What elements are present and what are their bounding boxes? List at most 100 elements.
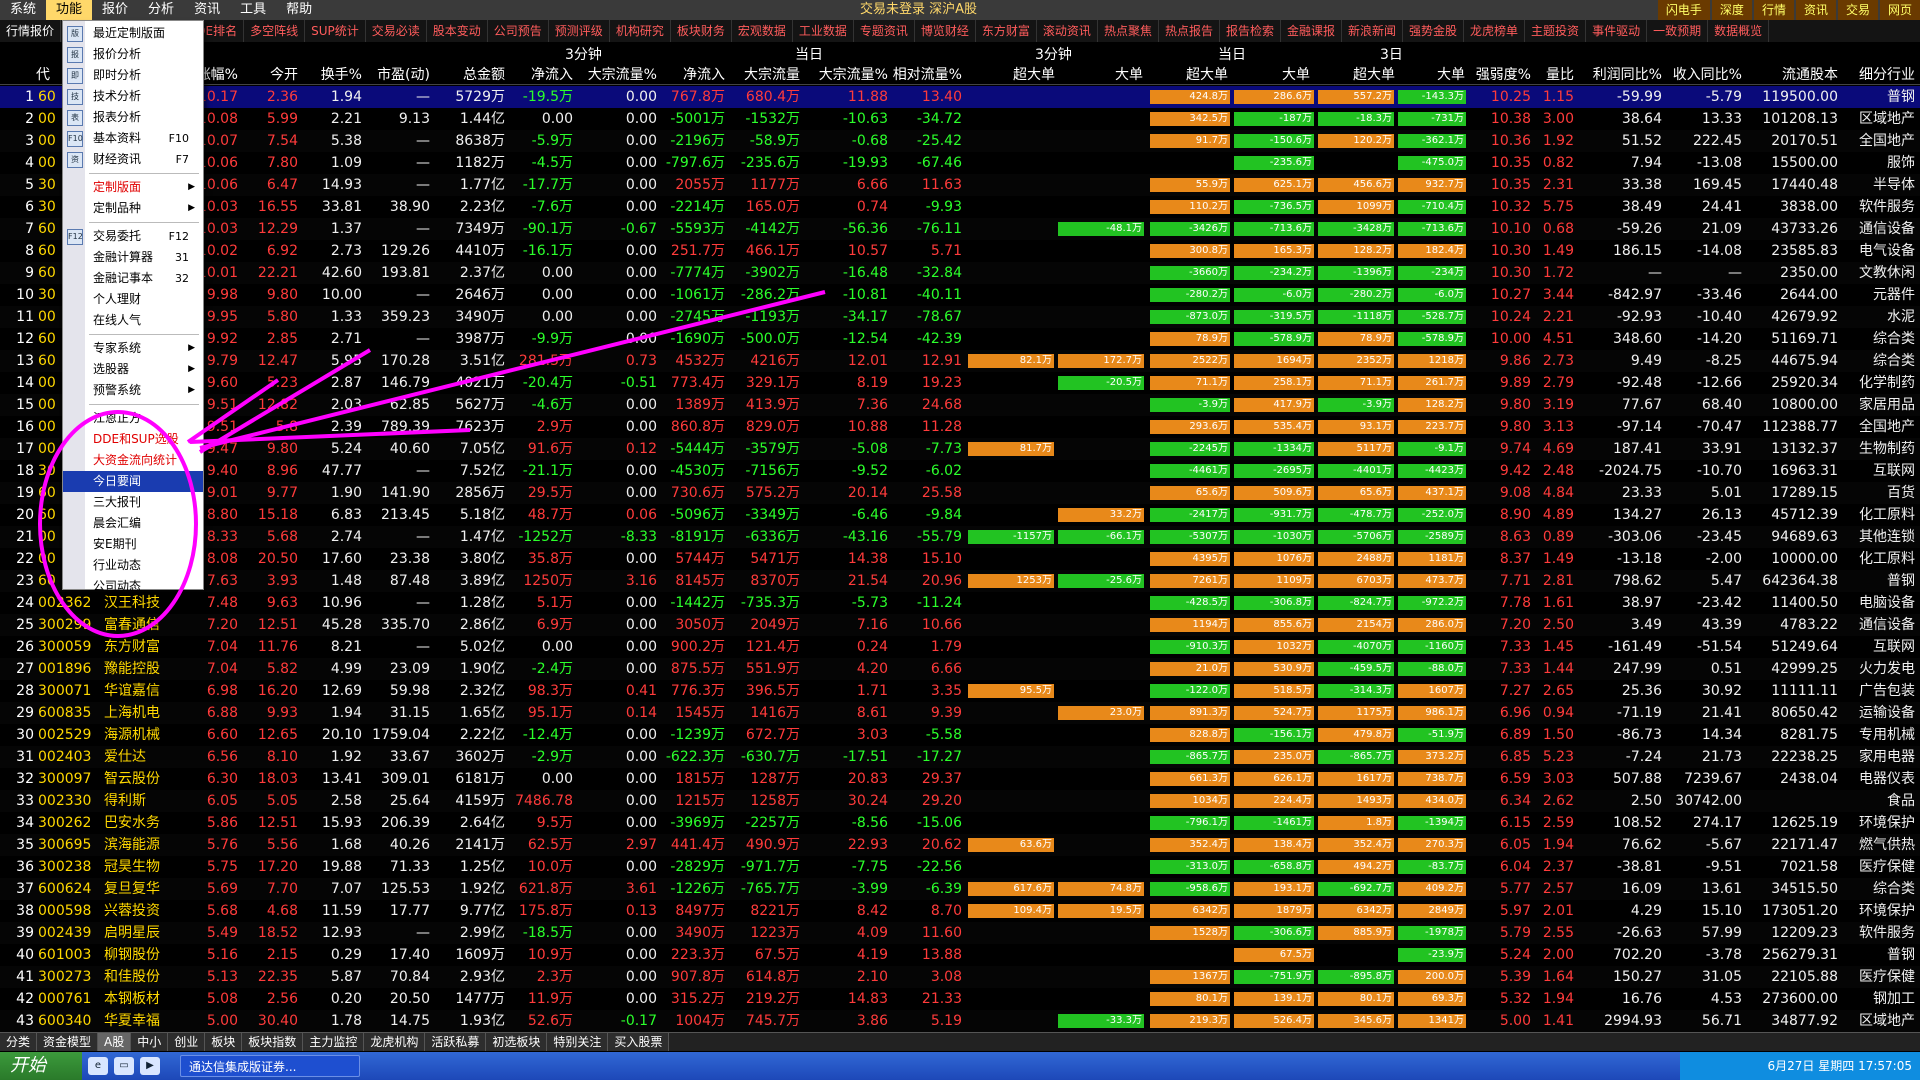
- menu-item-23[interactable]: 大资金流向统计: [63, 450, 203, 471]
- func-tab-2[interactable]: SUP统计: [305, 20, 366, 42]
- func-tab-9[interactable]: 宏观数据: [732, 20, 793, 42]
- table-row[interactable]: 13 60 9.79 12.47 5.95 170.28 3.51亿 281.5万 0.73 45…: [0, 350, 1920, 372]
- right-button-2[interactable]: 行情: [1753, 0, 1794, 20]
- table-row[interactable]: 1 60 10.17 2.36 1.94—5729万 -19.5万 0.00 767.8万 68…: [0, 86, 1920, 108]
- func-tab-19[interactable]: 新浪新闻: [1342, 20, 1404, 42]
- menu-item-18[interactable]: 选股器 ▶: [63, 359, 203, 380]
- table-row[interactable]: 8 60 10.02 6.92 2.73 129.26 4410万 -16.1万 0.00 251…: [0, 240, 1920, 262]
- menu-item-28[interactable]: 行业动态: [63, 555, 203, 576]
- col-header-0[interactable]: 代: [0, 64, 50, 84]
- menu-item-12[interactable]: 金融计算器 31: [63, 247, 203, 268]
- menu-item-24[interactable]: 今日要闻: [63, 471, 203, 492]
- table-row[interactable]: 32 300097 智云股份 6.30 18.03 13.41 309.01 6181万 0.0…: [0, 768, 1920, 790]
- func-tab-8[interactable]: 板块财务: [671, 20, 732, 42]
- table-row[interactable]: 14 00 9.60 5.23 2.87 146.79 4021万 -20.4万 -0.51 77…: [0, 372, 1920, 394]
- bottom-tab-7[interactable]: 主力监控: [303, 1033, 365, 1051]
- table-row[interactable]: 7 60 10.03 12.29 1.37—7349万 -90.1万 -0.67 -5593万…: [0, 218, 1920, 240]
- bottom-tab-10[interactable]: 初选板块: [486, 1033, 548, 1051]
- func-tab-1[interactable]: 多空阵线: [244, 20, 306, 42]
- func-tab-25[interactable]: 数据概览: [1708, 20, 1770, 42]
- bottom-tab-9[interactable]: 活跃私募: [425, 1033, 487, 1051]
- table-row[interactable]: 2 00 10.08 5.99 2.21 9.13 1.44亿 0.00 0.00 -5001万 -…: [0, 108, 1920, 130]
- func-tab-11[interactable]: 专题资讯: [854, 20, 915, 42]
- bottom-tab-6[interactable]: 板块指数: [242, 1033, 304, 1051]
- table-row[interactable]: 28 300071 华谊嘉信 6.98 16.20 12.69 59.98 2.32亿 98.3…: [0, 680, 1920, 702]
- col-header-14[interactable]: 超大单: [1138, 64, 1228, 84]
- menu-item-14[interactable]: 个人理财: [63, 289, 203, 310]
- table-row[interactable]: 11 00 9.95 5.80 1.33 359.23 3490万 0.00 0.00 -2745…: [0, 306, 1920, 328]
- menu-item-8[interactable]: 定制版面 ▶: [63, 177, 203, 198]
- menu-item-6[interactable]: 帮助: [276, 0, 322, 20]
- menu-item-26[interactable]: 晨会汇编: [63, 513, 203, 534]
- col-header-12[interactable]: 超大单: [965, 64, 1055, 84]
- table-row[interactable]: 23 60 7.63 3.93 1.48 87.48 3.89亿 1250万 3.16 8145万…: [0, 570, 1920, 592]
- table-row[interactable]: 29 600835 上海机电 6.88 9.93 1.94 31.15 1.65亿 95.1万 0…: [0, 702, 1920, 724]
- col-header-23[interactable]: 细分行业: [1825, 64, 1915, 84]
- func-tab-18[interactable]: 金融课报: [1281, 20, 1342, 42]
- right-button-1[interactable]: 深度: [1711, 0, 1752, 20]
- menu-item-29[interactable]: 公司动态: [63, 576, 203, 597]
- table-row[interactable]: 17 00 9.47 9.80 5.24 40.60 7.05亿 91.6万 0.12 -5444…: [0, 438, 1920, 460]
- col-header-11[interactable]: 相对流量%: [872, 64, 962, 84]
- table-row[interactable]: 15 00 9.51 12.82 2.03 62.85 5627万 -4.6万 0.00 1389…: [0, 394, 1920, 416]
- tab-quote[interactable]: 行情报价: [0, 20, 62, 42]
- menu-item-11[interactable]: F12 交易委托 F12: [63, 226, 203, 247]
- func-tab-12[interactable]: 博览财经: [915, 20, 976, 42]
- bottom-tab-3[interactable]: 中小: [131, 1033, 169, 1051]
- table-row[interactable]: 39 002439 启明星辰 5.49 18.52 12.93 — 2.99亿 -18.5万 0.…: [0, 922, 1920, 944]
- func-tab-10[interactable]: 工业数据: [793, 20, 854, 42]
- table-row[interactable]: 4 00 10.06 7.80 1.09—1182万 -4.5万 0.00 -797.6万 -2…: [0, 152, 1920, 174]
- table-row[interactable]: 5 30 10.06 6.47 14.93—1.77亿 -17.7万 0.00 2055万 11…: [0, 174, 1920, 196]
- table-row[interactable]: 31 002403 爱仕达 6.56 8.10 1.92 33.67 3602万 -2.9万 0.…: [0, 746, 1920, 768]
- table-row[interactable]: 37 600624 复旦复华 5.69 7.70 7.07 125.53 1.92亿 621.8…: [0, 878, 1920, 900]
- bottom-tab-0[interactable]: 分类: [0, 1033, 38, 1051]
- table-row[interactable]: 16 00 9.51 5.8 2.39 789.39 7623万 2.9万 0.00 860.8万…: [0, 416, 1920, 438]
- table-row[interactable]: 6 30 10.03 16.55 33.81 38.90 2.23亿 -7.6万 0.00 -22…: [0, 196, 1920, 218]
- col-header-6[interactable]: 净流入: [483, 64, 573, 84]
- menu-item-1[interactable]: 报报价分析: [63, 44, 203, 65]
- ie-icon[interactable]: e: [88, 1057, 108, 1075]
- table-row[interactable]: 21 00 8.33 5.68 2.74—1.47亿 -1252万 -8.33 -8191万 -…: [0, 526, 1920, 548]
- bottom-tab-5[interactable]: 板块: [205, 1033, 243, 1051]
- bottom-tab-11[interactable]: 特别关注: [547, 1033, 609, 1051]
- start-button[interactable]: 开始: [0, 1052, 82, 1080]
- func-tab-23[interactable]: 事件驱动: [1586, 20, 1648, 42]
- table-row[interactable]: 12 60 9.92 2.85 2.71—3987万 -9.9万 0.00 -1690万 -50…: [0, 328, 1920, 350]
- table-row[interactable]: 19 60 9.01 9.77 1.90 141.90 2856万 29.5万 0.00 730.…: [0, 482, 1920, 504]
- desktop-icon[interactable]: ▭: [114, 1057, 134, 1075]
- func-tab-7[interactable]: 机构研究: [610, 20, 671, 42]
- bottom-tab-12[interactable]: 买入股票: [608, 1033, 670, 1051]
- col-header-15[interactable]: 大单: [1220, 64, 1310, 84]
- menu-item-21[interactable]: 江恩正方: [63, 408, 203, 429]
- menu-item-0[interactable]: 版最近定制版面: [63, 23, 203, 44]
- col-header-19[interactable]: 量比: [1484, 64, 1574, 84]
- func-tab-24[interactable]: 一致预期: [1647, 20, 1709, 42]
- func-tab-16[interactable]: 热点报告: [1159, 20, 1220, 42]
- table-row[interactable]: 36 300238 冠昊生物 5.75 17.20 19.88 71.33 1.25亿 10.0…: [0, 856, 1920, 878]
- menu-item-0[interactable]: 系统: [0, 0, 46, 20]
- table-row[interactable]: 18 30 9.40 8.96 47.77—7.52亿 -21.1万 0.00 -4530万 -…: [0, 460, 1920, 482]
- menu-item-2[interactable]: 即即时分析: [63, 65, 203, 86]
- media-icon[interactable]: ▶: [140, 1057, 160, 1075]
- menu-item-17[interactable]: 专家系统 ▶: [63, 338, 203, 359]
- table-row[interactable]: 35 300695 滨海能源 5.76 5.56 1.68 40.26 2141万 62.5万 2…: [0, 834, 1920, 856]
- func-tab-17[interactable]: 报告检索: [1220, 20, 1281, 42]
- table-row[interactable]: 43 600340 华夏幸福 5.00 30.40 1.78 14.75 1.93亿 52.6万…: [0, 1010, 1920, 1032]
- right-button-3[interactable]: 资讯: [1795, 0, 1836, 20]
- table-row[interactable]: 41 300273 和佳股份 5.13 22.35 5.87 70.84 2.93亿 2.3万 0…: [0, 966, 1920, 988]
- menu-item-5[interactable]: 工具: [230, 0, 276, 20]
- func-tab-3[interactable]: 交易必读: [366, 20, 427, 42]
- table-row[interactable]: 9 60 10.01 22.21 42.60 193.81 2.37亿 0.00 0.00 -77…: [0, 262, 1920, 284]
- taskbar-app-button[interactable]: 通达信集成版证券...: [180, 1055, 360, 1077]
- menu-item-6[interactable]: 资财经资讯 F7: [63, 149, 203, 170]
- table-row[interactable]: 10 30 9.98 9.80 10.00—2646万 0.00 0.00 -1061万 -28…: [0, 284, 1920, 306]
- func-tab-13[interactable]: 东方财富: [976, 20, 1037, 42]
- func-tab-22[interactable]: 主题投资: [1525, 20, 1587, 42]
- menu-item-1[interactable]: 功能: [46, 0, 93, 20]
- bottom-tab-8[interactable]: 龙虎机构: [364, 1033, 426, 1051]
- menu-item-25[interactable]: 三大报刊: [63, 492, 203, 513]
- right-button-0[interactable]: 闪电手: [1657, 0, 1710, 20]
- right-button-5[interactable]: 网页: [1879, 0, 1920, 20]
- table-row[interactable]: 20 60 8.80 15.18 6.83 213.45 5.18亿 48.7万 0.06 -50…: [0, 504, 1920, 526]
- col-header-13[interactable]: 大单: [1053, 64, 1143, 84]
